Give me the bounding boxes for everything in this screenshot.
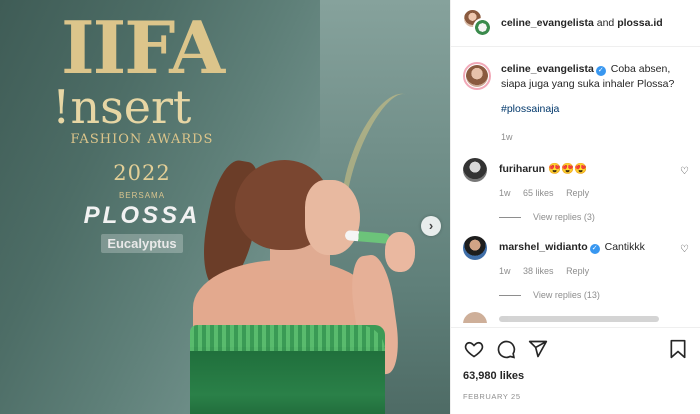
verified-icon: ✓: [595, 66, 606, 76]
reply-button[interactable]: Reply: [566, 266, 589, 276]
comment-likes[interactable]: 65 likes: [523, 188, 554, 198]
comment-body: marshel_widianto ✓ Cantikkk 1w 38 likes R…: [499, 236, 669, 278]
comment-meta: 1w 65 likes Reply: [499, 186, 669, 200]
logo-fashion-awards: FASHION AWARDS: [70, 132, 214, 147]
reply-button[interactable]: Reply: [566, 188, 589, 198]
header-usernames: celine_evangelista and plossa.id: [501, 17, 663, 29]
avatar[interactable]: [463, 158, 487, 182]
likes-count[interactable]: 63,980 likes: [463, 370, 689, 382]
avatar[interactable]: [473, 18, 492, 37]
caption-meta: 1w: [501, 130, 686, 145]
action-icons: [463, 338, 689, 360]
comment-body: furiharun 😍😍😍 1w 65 likes Reply: [499, 158, 669, 200]
header-collaborator[interactable]: plossa.id: [617, 17, 663, 29]
comment-text: Cantikkk: [604, 241, 645, 253]
comment-item: furiharun 😍😍😍 1w 65 likes Reply ♡: [463, 158, 689, 200]
heart-icon[interactable]: ♡: [680, 244, 689, 255]
send-icon[interactable]: [527, 338, 549, 360]
comments-list[interactable]: celine_evangelista ✓ Coba absen, siapa ju…: [451, 48, 700, 323]
view-replies-button[interactable]: View replies (13): [499, 290, 689, 300]
comment-likes[interactable]: 38 likes: [523, 266, 554, 276]
caption: celine_evangelista ✓ Coba absen, siapa ju…: [463, 48, 689, 144]
view-replies-label: View replies (13): [533, 290, 600, 300]
post-date[interactable]: FEBRUARY 25: [463, 392, 689, 401]
hashtag-link[interactable]: #plossainaja: [501, 102, 686, 117]
heart-icon[interactable]: ♡: [680, 166, 689, 177]
comment-username[interactable]: furiharun: [499, 163, 545, 175]
logo-sub-brand: Eucalyptus: [101, 234, 183, 253]
chevron-right-icon[interactable]: ›: [421, 216, 441, 236]
comment-meta: 1w 38 likes Reply: [499, 264, 669, 278]
heart-icon[interactable]: [463, 338, 485, 360]
comment-item-partial: [463, 312, 689, 323]
caption-body: celine_evangelista ✓ Coba absen, siapa ju…: [501, 62, 686, 144]
comment-username[interactable]: marshel_widianto: [499, 241, 588, 253]
comment-text: 😍😍😍: [548, 163, 588, 175]
avatar-collab[interactable]: [463, 9, 493, 37]
replies-line: [499, 216, 521, 218]
avatar[interactable]: [463, 236, 487, 260]
dress-sequin-trim: [190, 325, 385, 351]
avatar[interactable]: [463, 312, 487, 323]
comment-time[interactable]: 1w: [499, 188, 511, 198]
post-sidebar: celine_evangelista and plossa.id celine_…: [450, 0, 700, 414]
post-header: celine_evangelista and plossa.id: [451, 0, 700, 47]
comment-item: marshel_widianto ✓ Cantikkk 1w 38 likes R…: [463, 236, 689, 278]
replies-line: [499, 294, 521, 296]
post-photo[interactable]: IIFA !nsert FASHION AWARDS 2022 BERSAMA …: [0, 0, 450, 414]
view-replies-button[interactable]: View replies (3): [499, 212, 689, 222]
header-joiner: and: [596, 17, 615, 29]
header-username[interactable]: celine_evangelista: [501, 17, 594, 29]
figure-hand: [385, 232, 415, 272]
comment-time[interactable]: 1w: [499, 266, 511, 276]
caption-time[interactable]: 1w: [501, 132, 513, 142]
woman-figure: [185, 150, 435, 414]
figure-face: [305, 180, 360, 255]
avatar[interactable]: [463, 62, 491, 90]
caption-username[interactable]: celine_evangelista: [501, 63, 594, 75]
logo-insert: !nsert: [52, 80, 192, 134]
post-actions: 63,980 likes FEBRUARY 25: [451, 327, 700, 401]
verified-icon: ✓: [589, 244, 600, 254]
view-replies-label: View replies (3): [533, 212, 595, 222]
logo-iifa: IIFA: [60, 5, 225, 90]
comment-icon[interactable]: [495, 338, 517, 360]
comment-text-cropped: [499, 316, 659, 322]
bookmark-icon[interactable]: [667, 338, 689, 360]
